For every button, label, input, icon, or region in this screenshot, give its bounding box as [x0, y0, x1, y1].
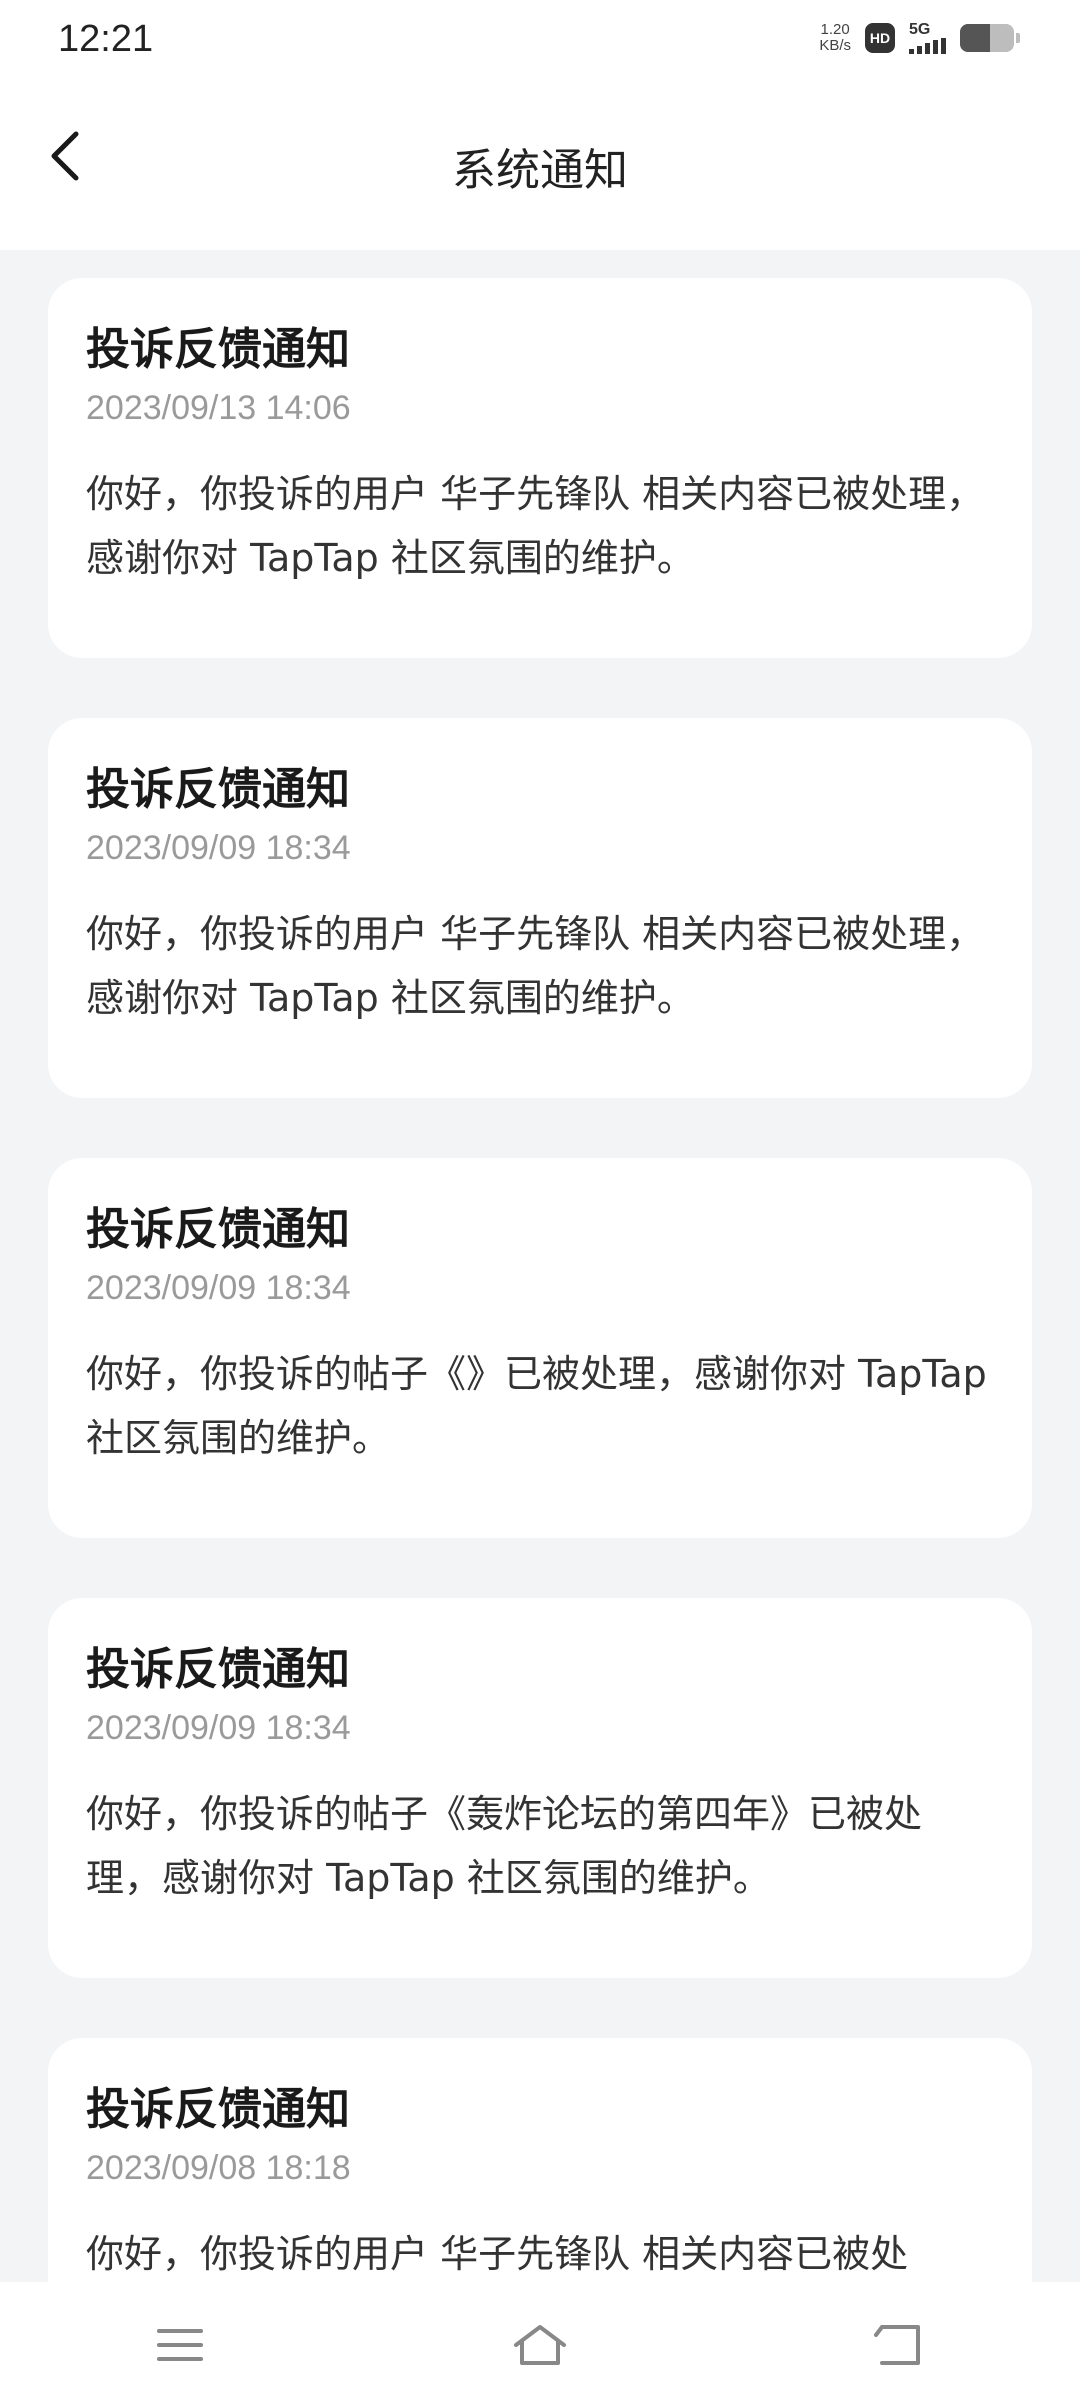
network-speed-unit: KB/s [819, 37, 851, 54]
return-icon [874, 2325, 920, 2365]
notification-card[interactable]: 投诉反馈通知 2023/09/13 14:06 你好，你投诉的用户 华子先锋队 … [48, 278, 1032, 658]
notification-time: 2023/09/09 18:34 [86, 1709, 351, 1747]
menu-button[interactable] [120, 2300, 240, 2390]
notification-title: 投诉反馈通知 [86, 324, 350, 375]
network-type-label: 5G [909, 21, 931, 38]
notification-card[interactable]: 投诉反馈通知 2023/09/09 18:34 你好，你投诉的用户 华子先锋队 … [48, 718, 1032, 1098]
page-title: 系统通知 [452, 145, 628, 196]
notification-body: 你好，你投诉的用户 华子先锋队 相关内容已被处理，感谢你对 TapTap 社区氛… [86, 912, 985, 1020]
notification-time: 2023/09/09 18:34 [86, 1269, 351, 1307]
menu-icon [157, 2329, 203, 2361]
signal-icon: 5G [909, 22, 946, 54]
return-button[interactable] [840, 2300, 960, 2390]
status-bar: 12:21 1.20 KB/s HD 5G [0, 0, 1080, 86]
system-navigation-bar [0, 2282, 1080, 2408]
notification-title: 投诉反馈通知 [86, 1204, 350, 1255]
notification-list: 投诉反馈通知 2023/09/13 14:06 你好，你投诉的用户 华子先锋队 … [48, 278, 1032, 2368]
network-speed-value: 1.20 [820, 21, 850, 38]
home-button[interactable] [480, 2300, 600, 2390]
notification-body: 你好，你投诉的用户 华子先锋队 相关内容已被处 [86, 2232, 909, 2276]
notification-card[interactable]: 投诉反馈通知 2023/09/09 18:34 你好，你投诉的帖子《》已被处理，… [48, 1158, 1032, 1538]
home-icon [514, 2325, 566, 2365]
notification-body: 你好，你投诉的帖子《》已被处理，感谢你对 TapTap 社区氛围的维护。 [86, 1352, 987, 1460]
battery-icon [960, 24, 1014, 52]
header-bar: 系统通知 [0, 86, 1080, 250]
status-icons: 1.20 KB/s HD 5G [819, 22, 1020, 54]
notification-time: 2023/09/13 14:06 [86, 389, 351, 427]
notification-body: 你好，你投诉的帖子《轰炸论坛的第四年》已被处理，感谢你对 TapTap 社区氛围… [86, 1792, 923, 1900]
notification-title: 投诉反馈通知 [86, 764, 350, 815]
hd-icon: HD [865, 23, 895, 53]
status-time: 12:21 [58, 18, 154, 60]
notification-body: 你好，你投诉的用户 华子先锋队 相关内容已被处理，感谢你对 TapTap 社区氛… [86, 472, 985, 580]
notification-card[interactable]: 投诉反馈通知 2023/09/09 18:34 你好，你投诉的帖子《轰炸论坛的第… [48, 1598, 1032, 1978]
network-speed: 1.20 KB/s [819, 22, 851, 54]
notification-time: 2023/09/09 18:34 [86, 829, 351, 867]
notification-title: 投诉反馈通知 [86, 2084, 350, 2135]
notification-time: 2023/09/08 18:18 [86, 2149, 351, 2187]
notification-title: 投诉反馈通知 [86, 1644, 350, 1695]
